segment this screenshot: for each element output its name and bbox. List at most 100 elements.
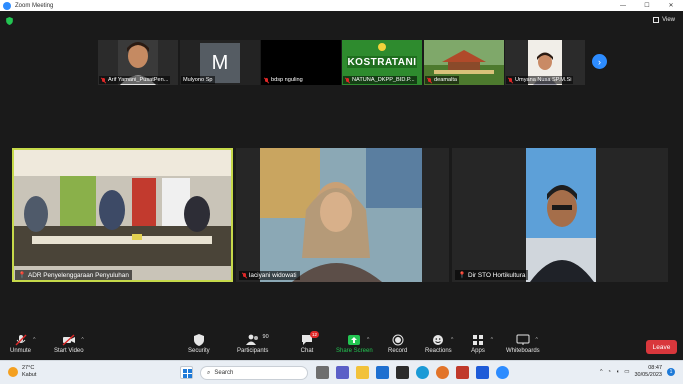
participant-name: Arif Yamani_PusatPen...: [99, 76, 171, 84]
participant-tile[interactable]: Umyana Nusa SP.M.Si: [505, 40, 585, 85]
mic-muted-icon: [508, 77, 513, 83]
weather-widget[interactable]: 27°C Kabut: [8, 365, 36, 378]
taskbar-search[interactable]: ⌕ Search: [200, 366, 308, 380]
video-off-icon: ^: [62, 334, 84, 346]
chevron-up-icon[interactable]: ^: [535, 337, 537, 343]
chevron-up-icon[interactable]: ^: [367, 337, 369, 343]
emoji-add-icon: ^: [431, 334, 453, 346]
view-button[interactable]: View: [653, 17, 675, 23]
meeting-toolbar: ^ Unmute ^ Start Video Security 90 Parti…: [0, 331, 683, 360]
windows-logo-icon: [183, 369, 192, 378]
mic-muted-icon: [242, 273, 247, 278]
search-placeholder: Search: [214, 370, 234, 376]
dropbox-icon[interactable]: [476, 366, 489, 379]
participant-video: [12, 148, 233, 282]
chevron-up-icon[interactable]: ^: [451, 337, 453, 343]
chat-button[interactable]: 12 Chat: [300, 331, 319, 354]
network-icon[interactable]: ◔: [608, 369, 611, 375]
file-explorer-icon[interactable]: [356, 366, 369, 379]
start-button[interactable]: [180, 366, 193, 379]
close-button[interactable]: ✕: [659, 0, 683, 11]
title-bar: Zoom Meeting — ☐ ✕: [0, 0, 683, 11]
mic-muted-icon: [264, 77, 269, 83]
participant-video: [236, 148, 449, 282]
window-title: Zoom Meeting: [15, 2, 54, 9]
mic-muted-icon: [427, 77, 432, 83]
encryption-shield-icon[interactable]: [6, 17, 13, 25]
maximize-button[interactable]: ☐: [635, 0, 659, 11]
participant-video: [452, 148, 668, 282]
whiteboard-icon: ^: [516, 334, 538, 346]
participant-name: deamalta: [425, 76, 460, 84]
amazon-icon[interactable]: [396, 366, 409, 379]
battery-icon[interactable]: ▭: [624, 369, 629, 375]
participants-button[interactable]: 90 Participants: [237, 334, 269, 354]
search-icon: ⌕: [207, 369, 211, 376]
system-tray: ^ ◔ ◖ ▭ 08:47 30/05/2023 1: [600, 365, 675, 379]
participant-tile[interactable]: Arif Yamani_PusatPen...: [98, 40, 178, 85]
volume-icon[interactable]: ◖: [616, 369, 619, 375]
share-screen-button[interactable]: ^ Share Screen: [336, 334, 373, 354]
apps-icon: ^: [471, 334, 493, 346]
whiteboards-button[interactable]: ^ Whiteboards: [506, 334, 540, 354]
reactions-button[interactable]: ^ Reactions: [425, 334, 453, 354]
participant-tile[interactable]: deamalta: [424, 40, 504, 85]
mic-muted-icon: ^: [14, 334, 36, 346]
participant-name: NATUNA_DKPP_BID.P...: [343, 76, 417, 84]
pin-icon: 📍: [458, 272, 466, 279]
unmute-button[interactable]: ^ Unmute: [10, 334, 36, 354]
participant-name: Mulyono Sp: [181, 76, 215, 84]
record-icon: [391, 334, 405, 346]
edge-icon[interactable]: [416, 366, 429, 379]
chevron-up-icon[interactable]: ^: [81, 337, 83, 343]
view-label: View: [662, 17, 675, 23]
chevron-up-icon[interactable]: ^: [491, 337, 493, 343]
participant-tile[interactable]: M Mulyono Sp: [180, 40, 260, 85]
weather-temp: 27°C: [22, 365, 35, 371]
mic-muted-icon: [101, 77, 106, 83]
grid-icon: [653, 17, 660, 23]
chat-bubble-icon: 12: [300, 331, 319, 346]
window-controls: — ☐ ✕: [611, 0, 683, 11]
apps-button[interactable]: ^ Apps: [471, 334, 493, 354]
clock[interactable]: 08:47 30/05/2023: [634, 365, 662, 379]
chevron-up-icon[interactable]: ^: [33, 337, 35, 343]
store-icon[interactable]: [376, 366, 389, 379]
start-video-button[interactable]: ^ Start Video: [54, 334, 84, 354]
participant-tile[interactable]: 📍 Dir STO Hortikultura: [452, 148, 668, 282]
leave-button[interactable]: Leave: [646, 340, 677, 354]
participant-name: bdsp nguling: [262, 76, 305, 84]
app-icon[interactable]: [456, 366, 469, 379]
weather-desc: Kabut: [22, 371, 37, 378]
participant-tile[interactable]: bdsp nguling: [261, 40, 341, 85]
teams-icon[interactable]: [336, 366, 349, 379]
mic-muted-icon: [345, 77, 350, 83]
participant-name: Umyana Nusa SP.M.Si: [506, 76, 574, 84]
zoom-logo-icon: [3, 1, 11, 10]
pin-icon: 📍: [18, 272, 26, 279]
participant-name: 📍 Dir STO Hortikultura: [455, 270, 529, 280]
meeting-area: View Arif Yamani_PusatPen... M Mulyono S…: [0, 11, 683, 332]
security-button[interactable]: Security: [188, 334, 210, 354]
participant-tile[interactable]: KOSTRATANI NATUNA_DKPP_BID.P...: [342, 40, 422, 85]
shield-icon: [192, 334, 206, 346]
weather-sun-icon: [8, 366, 18, 377]
kostratani-label: KOSTRATANI: [347, 57, 417, 68]
chevron-right-icon: ›: [598, 56, 601, 67]
firefox-icon[interactable]: [436, 366, 449, 379]
chevron-up-icon[interactable]: ^: [600, 369, 603, 375]
participant-tile[interactable]: laciyani widowati: [236, 148, 449, 282]
notification-icon[interactable]: 1: [667, 368, 675, 376]
zoom-icon[interactable]: [496, 366, 509, 379]
participant-name: laciyani widowati: [239, 271, 300, 280]
minimize-button[interactable]: —: [611, 0, 635, 11]
zoom-window: Zoom Meeting — ☐ ✕ View Arif Yamani_Pusa…: [0, 0, 683, 384]
people-icon: 90: [245, 334, 269, 346]
active-speaker-tile[interactable]: 📍 ADR Penyelenggaraan Penyuluhan: [12, 148, 233, 282]
record-button[interactable]: Record: [388, 334, 407, 354]
participant-name: 📍 ADR Penyelenggaraan Penyuluhan: [15, 270, 132, 280]
next-page-button[interactable]: ›: [592, 54, 607, 69]
task-view-icon[interactable]: [316, 366, 329, 379]
share-screen-icon: ^: [347, 334, 369, 346]
chat-unread-badge: 12: [309, 331, 319, 338]
